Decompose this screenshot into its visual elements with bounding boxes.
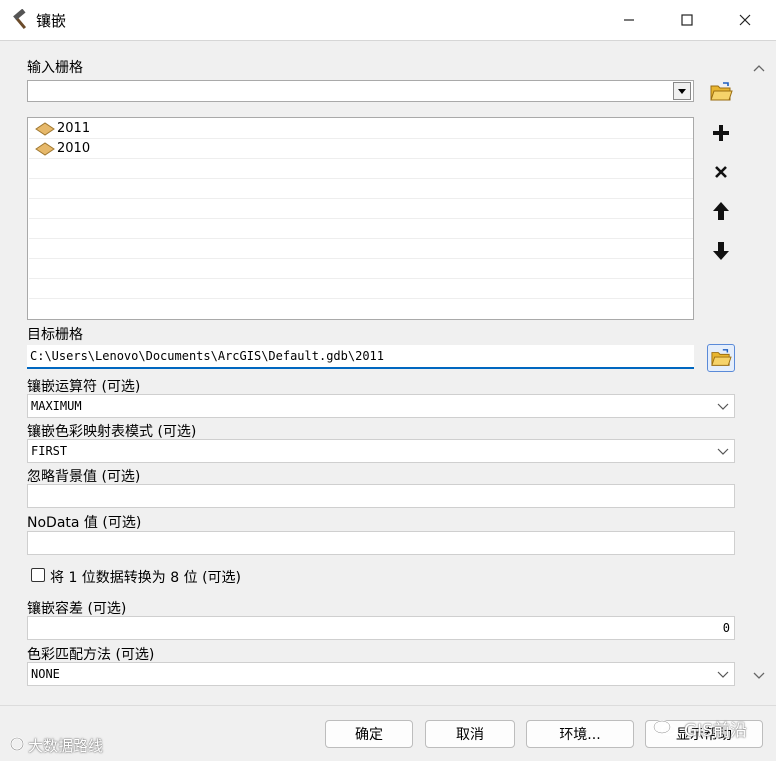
target-raster-input[interactable]: C:\Users\Lenovo\Documents\ArcGIS\Default… [27, 345, 694, 369]
close-button[interactable] [722, 4, 768, 36]
window-title: 镶嵌 [36, 12, 67, 30]
tolerance-input[interactable]: 0 [27, 616, 735, 640]
cancel-button[interactable]: 取消 [425, 720, 515, 748]
watermark-logo-icon [10, 737, 24, 751]
colormap-mode-select[interactable]: FIRST [27, 439, 735, 463]
browse-output-button[interactable] [707, 344, 735, 372]
input-rasters-label: 输入栅格 [27, 60, 83, 76]
move-down-button[interactable] [707, 237, 735, 265]
list-item-empty [29, 159, 693, 179]
input-rasters-list[interactable]: 2011 2010 [27, 117, 694, 320]
mosaic-operator-select[interactable]: MAXIMUM [27, 394, 735, 418]
open-folder-icon [711, 349, 732, 366]
dropdown-arrow-button[interactable] [673, 82, 691, 100]
title-bar: 镶嵌 [0, 0, 776, 40]
watermark-left: 大数据路线 [28, 737, 104, 755]
chevron-up-icon [753, 65, 765, 72]
chevron-down-icon [717, 448, 729, 455]
colormap-mode-label: 镶嵌色彩映射表模式 (可选) [27, 424, 197, 440]
triangle-down-icon [678, 89, 686, 94]
list-item-empty [29, 219, 693, 239]
color-matching-select[interactable]: NONE [27, 662, 735, 686]
x-icon [715, 166, 727, 178]
ok-button[interactable]: 确定 [325, 720, 413, 748]
watermark-right: GIS前沿 [684, 721, 747, 741]
browse-input-button[interactable] [707, 78, 735, 106]
maximize-icon [681, 14, 693, 26]
environments-button[interactable]: 环境... [526, 720, 634, 748]
list-item-empty [29, 279, 693, 299]
arrow-up-icon [713, 202, 729, 220]
convert-1bit-checkbox[interactable] [31, 568, 45, 582]
minimize-button[interactable] [606, 4, 652, 36]
ignore-background-label: 忽略背景值 (可选) [27, 469, 141, 485]
wechat-icon [653, 720, 677, 736]
add-button[interactable] [707, 119, 735, 147]
remove-button[interactable] [707, 158, 735, 186]
close-icon [739, 14, 751, 26]
list-item[interactable]: 2011 [29, 119, 693, 139]
target-raster-label: 目标栅格 [27, 327, 83, 343]
vertical-scrollbar[interactable] [748, 60, 770, 690]
hammer-icon [13, 9, 27, 30]
raster-dataset-icon [35, 122, 55, 136]
plus-icon [713, 125, 729, 141]
list-item-empty [29, 199, 693, 219]
list-item-empty [29, 299, 693, 319]
chevron-down-icon [717, 671, 729, 678]
chevron-down-icon [753, 672, 765, 679]
minimize-icon [624, 19, 634, 21]
nodata-input[interactable] [27, 531, 735, 555]
move-up-button[interactable] [707, 197, 735, 225]
chevron-down-icon [717, 403, 729, 410]
list-item-empty [29, 239, 693, 259]
color-matching-label: 色彩匹配方法 (可选) [27, 647, 155, 663]
ignore-background-input[interactable] [27, 484, 735, 508]
list-item-empty [29, 259, 693, 279]
mosaic-operator-label: 镶嵌运算符 (可选) [27, 379, 141, 395]
convert-1bit-label: 将 1 位数据转换为 8 位 (可选) [50, 570, 241, 586]
list-item-empty [29, 179, 693, 199]
maximize-button[interactable] [664, 4, 710, 36]
raster-dataset-icon [35, 142, 55, 156]
input-rasters-combobox[interactable] [27, 80, 694, 102]
open-folder-icon [710, 82, 733, 101]
arrow-down-icon [713, 242, 729, 260]
list-item[interactable]: 2010 [29, 139, 693, 159]
nodata-label: NoData 值 (可选) [27, 515, 142, 531]
tolerance-label: 镶嵌容差 (可选) [27, 601, 127, 617]
